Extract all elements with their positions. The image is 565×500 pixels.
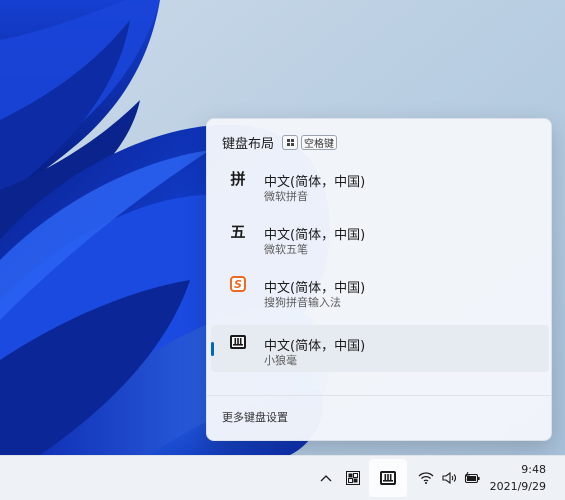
small-wolf-ime-icon <box>228 332 248 352</box>
windows-key-icon <box>282 134 299 150</box>
flyout-header: 键盘布局 空格键 <box>222 133 338 152</box>
divider <box>207 395 551 396</box>
selection-indicator <box>211 342 214 356</box>
ime-method-label: 微软五笔 <box>264 243 308 256</box>
ime-item-small-wolf[interactable]: 中文(简体，中国) 小狼毫 <box>211 325 549 372</box>
clock-time: 9:48 <box>521 463 546 476</box>
ime-item-microsoft-pinyin[interactable]: 拼 中文(简体，中国) 微软拼音 <box>211 161 549 208</box>
taskbar: 9:48 2021/9/29 <box>0 455 565 500</box>
battery-charging-icon[interactable] <box>462 468 482 488</box>
chevron-up-icon[interactable] <box>316 468 336 488</box>
small-wolf-ime-tray-button[interactable] <box>369 459 407 497</box>
more-keyboard-settings-link[interactable]: 更多键盘设置 <box>222 409 288 425</box>
flyout-title: 键盘布局 <box>222 136 275 152</box>
ime-item-sogou-pinyin[interactable]: S 中文(简体，中国) 搜狗拼音输入法 <box>211 267 549 314</box>
ime-mode-icon[interactable] <box>343 468 363 488</box>
space-key-badge: 空格键 <box>301 134 338 150</box>
small-wolf-ime-icon <box>380 471 396 485</box>
taskbar-clock[interactable]: 9:48 2021/9/29 <box>490 461 546 495</box>
pinyin-ime-icon: 拼 <box>230 169 246 188</box>
desktop: 键盘布局 空格键 拼 中文(简体，中国) 微软拼音 五 中文(简体，中国) 微软… <box>0 0 565 500</box>
sogou-ime-icon: S <box>228 274 248 294</box>
ime-method-label: 微软拼音 <box>264 190 308 203</box>
ime-method-label: 搜狗拼音输入法 <box>264 296 341 309</box>
volume-icon[interactable] <box>439 468 459 488</box>
keyboard-layout-flyout: 键盘布局 空格键 拼 中文(简体，中国) 微软拼音 五 中文(简体，中国) 微软… <box>206 118 552 441</box>
clock-date: 2021/9/29 <box>489 480 546 493</box>
wifi-icon[interactable] <box>416 468 436 488</box>
wubi-ime-icon: 五 <box>230 222 246 241</box>
ime-method-label: 小狼毫 <box>264 354 297 367</box>
ime-item-microsoft-wubi[interactable]: 五 中文(简体，中国) 微软五笔 <box>211 214 549 261</box>
